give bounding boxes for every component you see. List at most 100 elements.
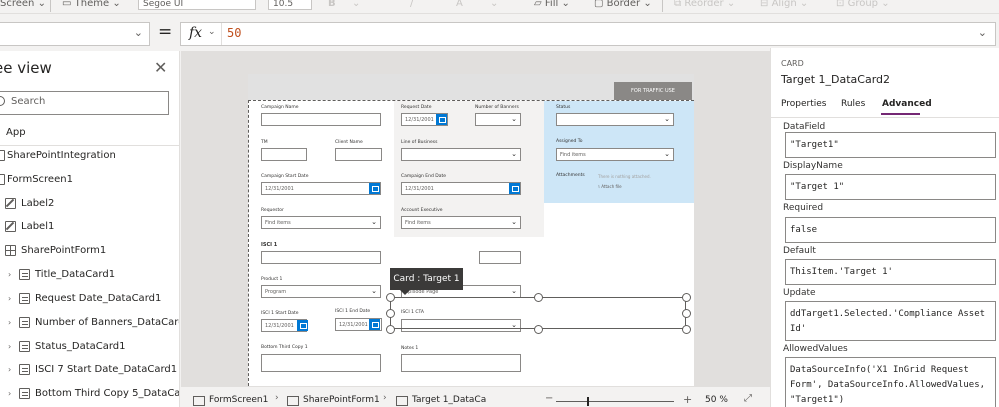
zoom-slider-thumb[interactable]	[587, 397, 589, 406]
chevron-down-icon: ⌄	[511, 150, 517, 158]
close-icon[interactable]: ✕	[154, 58, 167, 77]
theme-menu[interactable]: ▭ Theme ⌄	[62, 0, 121, 9]
number-of-banners-dropdown[interactable]: ⌄	[475, 113, 521, 126]
control-name[interactable]: Target 1_DataCard2	[781, 73, 890, 86]
zoom-out-button[interactable]: −	[545, 393, 553, 404]
resize-handle[interactable]	[386, 309, 395, 318]
resize-handle[interactable]	[534, 293, 543, 302]
chevron-right-icon[interactable]: ›	[8, 365, 11, 374]
fit-to-window-icon[interactable]: ⤢	[744, 393, 752, 404]
isci1-secondary-input[interactable]	[479, 251, 521, 264]
formula-text[interactable]: 50	[227, 26, 241, 40]
resize-handle[interactable]	[682, 293, 691, 302]
breadcrumb-screen[interactable]: FormScreen1	[209, 395, 268, 405]
reorder-menu[interactable]: ⧉ Reorder ⌄	[674, 0, 735, 9]
prop-input-datafield[interactable]: "Target1"	[785, 132, 996, 158]
calendar-icon[interactable]	[509, 183, 520, 194]
label-icon	[5, 221, 16, 232]
attach-file-link[interactable]: ⌇ Attach file	[598, 184, 622, 189]
expand-formula-icon[interactable]: ⌄	[978, 26, 987, 39]
calendar-icon[interactable]	[436, 114, 447, 125]
chevron-right-icon[interactable]: ›	[8, 342, 11, 351]
tree-tab-app[interactable]: App	[6, 127, 26, 138]
campaign-name-input[interactable]	[261, 113, 381, 126]
prop-input-default[interactable]: ThisItem.'Target 1'	[785, 259, 996, 285]
screen-menu[interactable]: Screen ⌄	[0, 0, 46, 9]
tree-node-formscreen1[interactable]: FormScreen1	[0, 170, 179, 192]
align-menu[interactable]: ⊟ Align ⌄	[760, 0, 808, 9]
calendar-icon[interactable]	[297, 320, 308, 331]
campaign-end-date-input[interactable]: 12/31/2001	[401, 182, 521, 195]
tree-node-sharepointintegration[interactable]: SharePointIntegration	[0, 146, 179, 168]
chevron-down-icon[interactable]: ⌄	[208, 27, 216, 37]
breadcrumb-form[interactable]: SharePointForm1	[303, 395, 380, 405]
tree-node-title-datacard1[interactable]: › Title_DataCard1	[0, 265, 179, 287]
tm-input[interactable]	[261, 148, 307, 161]
group-menu[interactable]: ⊡ Group ⌄	[836, 0, 890, 9]
italic-icon[interactable]: /	[410, 0, 413, 9]
request-date-input[interactable]: 12/31/2001	[401, 113, 448, 126]
for-traffic-use-button[interactable]: FOR TRAFFIC USE	[614, 82, 692, 100]
formula-input-box[interactable]: fx ⌄ 50 ⌄	[180, 22, 996, 46]
tree-node-label1[interactable]: Label1	[0, 217, 179, 239]
client-name-input[interactable]	[335, 148, 382, 161]
prop-input-update[interactable]: ddTarget1.Selected.'Compliance Asset Id'	[785, 301, 996, 341]
tree-node-isci7-start-date-datacard1[interactable]: › ISCI 7 Start Date_DataCard1	[0, 360, 179, 382]
zoom-level-value: 50	[705, 395, 717, 405]
requestor-dropdown[interactable]: Find items ⌄	[261, 216, 381, 229]
fill-menu[interactable]: ▱ Fill ⌄	[534, 0, 570, 9]
resize-handle[interactable]	[682, 309, 691, 318]
tab-rules[interactable]: Rules	[841, 99, 865, 109]
notes1-input[interactable]	[401, 354, 521, 372]
font-color-icon[interactable]: A	[456, 0, 463, 9]
property-select[interactable]: ⌄	[0, 22, 150, 46]
resize-handle[interactable]	[386, 293, 395, 302]
resize-handle[interactable]	[534, 325, 543, 334]
tree-node-label2[interactable]: Label2	[0, 194, 179, 216]
chevron-right-icon[interactable]: ›	[8, 318, 11, 327]
prop-input-allowedvalues[interactable]: DataSourceInfo('X1 InGrid Request Form',…	[785, 357, 996, 407]
tree-node-bottom-third-copy5-datacard1[interactable]: › Bottom Third Copy 5_DataCard1	[0, 384, 179, 406]
line-of-business-dropdown[interactable]: ⌄	[401, 148, 521, 161]
account-executive-dropdown[interactable]: Find items ⌄	[401, 216, 521, 229]
bottom-third-copy-input[interactable]	[261, 354, 381, 372]
status-dropdown[interactable]: ⌄	[556, 113, 674, 126]
label-icon	[5, 198, 16, 209]
tree-node-request-date-datacard1[interactable]: › Request Date_DataCard1	[0, 289, 179, 311]
zoom-slider[interactable]	[556, 401, 674, 402]
form-screen[interactable]: FOR TRAFFIC USE Campaign Name Request Da…	[248, 74, 694, 386]
product1-dropdown[interactable]: Program ⌄	[261, 285, 381, 298]
font-family-select[interactable]: Segoe UI	[138, 0, 256, 10]
tree-node-sharepointform1[interactable]: SharePointForm1	[0, 241, 179, 263]
zoom-in-button[interactable]: +	[683, 393, 692, 406]
tree-search-input[interactable]: Search	[0, 91, 169, 115]
assigned-to-dropdown[interactable]: Find items ⌄	[556, 148, 674, 161]
prop-input-displayname[interactable]: "Target 1"	[785, 174, 996, 200]
bold-button[interactable]: B	[328, 0, 336, 9]
isci1-input[interactable]	[261, 251, 381, 264]
component-icon	[0, 150, 5, 161]
design-canvas[interactable]: FOR TRAFFIC USE Campaign Name Request Da…	[181, 51, 770, 386]
fx-icon[interactable]: fx	[189, 25, 202, 41]
font-size-select[interactable]: 10.5	[268, 0, 312, 10]
tree-node-label: FormScreen1	[7, 174, 73, 185]
resize-handle[interactable]	[386, 325, 395, 334]
prop-label-displayname: DisplayName	[783, 161, 843, 171]
tree-node-status-datacard1[interactable]: › Status_DataCard1	[0, 337, 179, 359]
calendar-icon[interactable]	[369, 319, 380, 330]
tab-advanced[interactable]: Advanced	[882, 99, 932, 109]
breadcrumb-card[interactable]: Target 1_DataCa	[412, 395, 486, 405]
tree-node-number-of-banners-datacard1[interactable]: › Number of Banners_DataCard1	[0, 313, 179, 335]
sharepoint-form[interactable]: Campaign Name Request Date 12/31/2001 Nu…	[248, 100, 694, 386]
chevron-right-icon[interactable]: ›	[8, 389, 11, 398]
chevron-right-icon[interactable]: ›	[8, 294, 11, 303]
resize-handle[interactable]	[682, 325, 691, 334]
calendar-icon[interactable]	[369, 183, 380, 194]
prop-input-required[interactable]: false	[785, 217, 996, 243]
chevron-right-icon[interactable]: ›	[8, 270, 11, 279]
border-menu[interactable]: ▢ Border ⌄	[594, 0, 652, 9]
tab-properties[interactable]: Properties	[781, 99, 826, 109]
assigned-to-label: Assigned To	[556, 139, 583, 144]
tree-node-label: Request Date_DataCard1	[35, 293, 162, 304]
campaign-start-date-input[interactable]: 12/31/2001	[261, 182, 381, 195]
